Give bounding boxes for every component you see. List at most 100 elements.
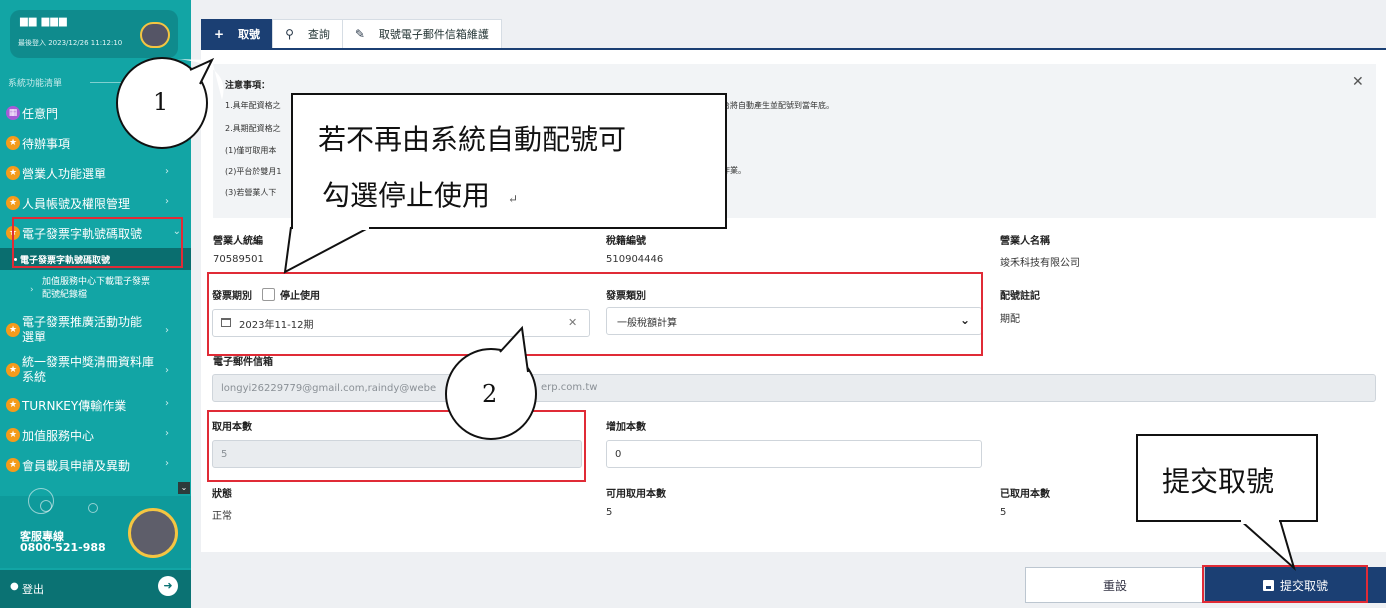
sidebar-item-label: TURNKEY傳輸作業 — [22, 398, 127, 413]
company-value: 竣禾科技有限公司 — [1000, 258, 1080, 269]
email-value-tail: erp.com.tw — [541, 382, 598, 393]
submit-callout-text: 提交取號 — [1162, 465, 1275, 498]
tab-label: 取號 — [238, 28, 261, 41]
taken-value: 5 — [1000, 507, 1007, 518]
sidebar-item-label: 統一發票中獎清冊資料庫 — [22, 355, 155, 369]
available-value: 5 — [606, 507, 613, 518]
user-box: ▆▆ ▆▆▆ 最後登入 2023/12/26 11:12:10 — [10, 10, 178, 58]
sidebar-item-carrier[interactable]: ★ 會員載具申請及異動 › — [0, 450, 191, 480]
star-icon: ★ — [6, 166, 20, 180]
sidebar-item-accounts[interactable]: ★ 人員帳號及權限管理 › — [0, 188, 191, 218]
tab-take-number[interactable]: + 取號 — [201, 19, 274, 49]
notice-line: 1.具年配資格之 — [225, 101, 281, 110]
note-value: 期配 — [1000, 314, 1020, 325]
star-icon: ★ — [6, 363, 20, 377]
star-icon: ★ — [6, 196, 20, 210]
notice-line: (1)僅可取用本 — [225, 146, 277, 155]
status-value: 正常 — [212, 511, 232, 522]
tab-email-maintenance[interactable]: ✎ 取號電子郵件信箱維護 — [341, 19, 502, 49]
notice-line: (2)平台於雙月1 — [225, 167, 282, 176]
star-icon: ★ — [6, 323, 20, 337]
sidebar-subitem-label: 加值服務中心下載電子發票 — [42, 277, 151, 287]
decor-ring — [40, 500, 52, 512]
last-login: 最後登入 2023/12/26 11:12:10 — [18, 39, 123, 47]
tab-label: 取號電子郵件信箱維護 — [378, 28, 489, 41]
chevron-right-icon: › — [165, 325, 169, 336]
status-label: 狀態 — [212, 489, 232, 500]
sidebar-item-promotion[interactable]: ★ 電子發票推廣活動功能 選單 › — [0, 310, 191, 350]
add-count-value: 0 — [615, 448, 622, 460]
sidebar-item-todo[interactable]: ★ 待辦事項 — [0, 128, 191, 158]
reset-button[interactable]: 重設 — [1025, 567, 1205, 603]
taken-label: 已取用本數 — [1000, 489, 1050, 500]
sidebar-item-label: 電子發票推廣活動功能 — [22, 315, 143, 329]
chevron-right-icon: › — [165, 166, 169, 177]
sidebar-item-label: 選單 — [22, 330, 47, 344]
highlight-submit — [1202, 565, 1368, 603]
reset-label: 重設 — [1102, 578, 1127, 593]
notice-line-tail: 台將自動產生並配號到當年底。 — [722, 101, 834, 110]
highlight-take-count — [207, 410, 586, 482]
notice-title: 注意事項： — [225, 81, 271, 91]
plus-icon: + — [214, 27, 225, 41]
door-icon: ▦ — [6, 106, 20, 120]
user-name: ▆▆ ▆▆▆ — [20, 16, 68, 27]
tax-reg-value: 510904446 — [606, 254, 664, 265]
notice-line: (3)若營業人下 — [225, 188, 277, 197]
menu-title: 系統功能清單 — [8, 79, 63, 89]
available-label: 可用取用本數 — [606, 489, 666, 500]
sidebar-item-label: 任意門 — [22, 106, 59, 121]
scroll-down-icon[interactable]: ⌄ — [178, 482, 190, 494]
add-count-input[interactable]: 0 — [606, 440, 982, 468]
sidebar-item-value-added[interactable]: ★ 加值服務中心 › — [0, 420, 191, 450]
edit-icon: ✎ — [354, 27, 365, 41]
star-icon: ★ — [6, 428, 20, 442]
callout-line-2: 勾選停止使用 — [322, 179, 491, 212]
tax-reg-label: 稅籍編號 — [606, 236, 646, 247]
tab-query[interactable]: ⚲ 查詢 — [272, 19, 343, 49]
sidebar-menu: ▦ 任意門 ★ 待辦事項 ★ 營業人功能選單 › ★ 人員帳號及權限管理 › ★… — [0, 98, 191, 480]
chevron-right-icon: › — [165, 196, 169, 207]
user-icon: ● — [10, 581, 19, 592]
note-label: 配號註記 — [1000, 291, 1040, 302]
callout-line-1: 若不再由系統自動配號可 — [318, 123, 627, 156]
mascot-icon — [128, 508, 178, 558]
company-label: 營業人名稱 — [1000, 236, 1050, 247]
sidebar-item-label: 系統 — [22, 370, 47, 384]
chevron-right-icon: › — [165, 398, 169, 409]
notice-line: 2.具期配資格之 — [225, 124, 281, 133]
chevron-right-icon: › — [165, 365, 169, 376]
add-count-label: 增加本數 — [606, 422, 646, 433]
highlight-sidebar-item — [12, 217, 183, 268]
sidebar-item-turnkey[interactable]: ★ TURNKEY傳輸作業 › — [0, 390, 191, 420]
email-value: longyi26229779@gmail.com,raindy@webe — [221, 382, 437, 394]
sidebar-subitem-label: 配號紀錄檔 — [42, 290, 88, 300]
search-icon: ⚲ — [285, 27, 294, 41]
tax-id-label: 營業人統編 — [213, 236, 263, 247]
chevron-right-icon: › — [30, 285, 34, 295]
sidebar-item-label: 營業人功能選單 — [22, 166, 107, 181]
highlight-period-row — [207, 272, 983, 356]
bubble-1-number: 1 — [153, 88, 169, 116]
star-icon: ★ — [6, 458, 20, 472]
sidebar-subitem-download-log[interactable]: › 加值服務中心下載電子發票 配號紀錄檔 — [0, 270, 191, 310]
sidebar-item-label: 待辦事項 — [22, 136, 71, 151]
sidebar-item-label: 加值服務中心 — [22, 428, 95, 443]
star-icon: ★ — [6, 398, 20, 412]
sidebar-item-business-menu[interactable]: ★ 營業人功能選單 › — [0, 158, 191, 188]
close-icon[interactable]: ✕ — [1352, 74, 1364, 90]
bubble-2-number: 2 — [482, 380, 498, 408]
sidebar-item-label: 人員帳號及權限管理 — [22, 196, 131, 211]
tab-bar: + 取號 ⚲ 查詢 ✎ 取號電子郵件信箱維護 — [201, 19, 502, 49]
chevron-right-icon: › — [165, 428, 169, 439]
hotline-number[interactable]: 0800-521-988 — [20, 541, 106, 554]
chevron-right-icon: › — [165, 458, 169, 469]
tax-id-value: 70589501 — [213, 254, 264, 265]
logout-icon[interactable]: ➜ — [158, 576, 178, 596]
return-mark-icon: ↵ — [508, 192, 519, 206]
star-icon: ★ — [6, 136, 20, 150]
notice-line-tail: 作業。 — [722, 166, 746, 175]
email-field[interactable]: longyi26229779@gmail.com,raindy@webe — [212, 374, 1376, 402]
sidebar-item-lottery-db[interactable]: ★ 統一發票中獎清冊資料庫 系統 › — [0, 350, 191, 390]
sidebar-item-label: 會員載具申請及異動 — [22, 458, 131, 473]
